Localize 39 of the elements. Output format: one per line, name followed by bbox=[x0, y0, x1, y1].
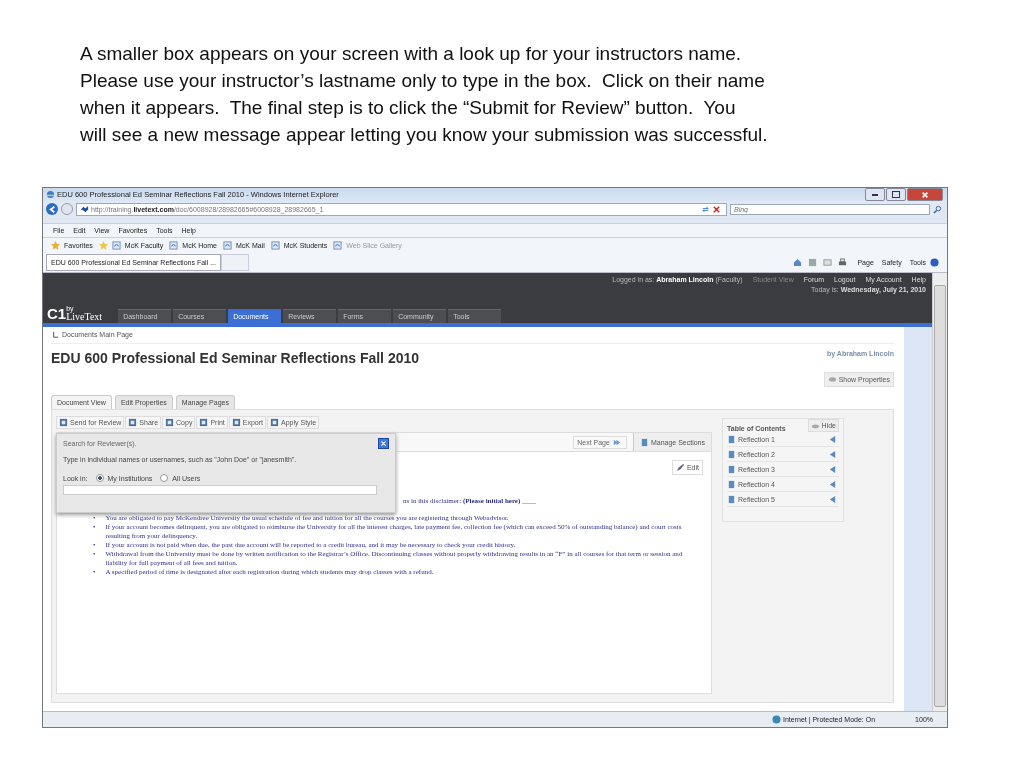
close-button[interactable] bbox=[378, 437, 389, 449]
close-icon bbox=[921, 190, 929, 199]
page-icon bbox=[333, 240, 343, 250]
page-icon bbox=[270, 240, 280, 250]
tool-icon bbox=[231, 418, 241, 427]
browser-icon bbox=[46, 190, 55, 199]
eye-icon bbox=[827, 375, 837, 384]
star-icon bbox=[51, 240, 60, 250]
tool-icon bbox=[59, 418, 68, 427]
help-icon[interactable] bbox=[930, 257, 939, 267]
close-icon bbox=[380, 439, 387, 447]
scrollbar[interactable] bbox=[932, 273, 947, 711]
tool-icon bbox=[270, 418, 280, 427]
back-button[interactable] bbox=[46, 203, 58, 215]
page-icon bbox=[111, 240, 121, 250]
stop-icon[interactable] bbox=[712, 204, 721, 214]
home-icon[interactable] bbox=[793, 257, 803, 267]
tool-icon bbox=[128, 418, 138, 427]
globe-icon bbox=[772, 715, 781, 724]
document-icon bbox=[639, 437, 649, 447]
page-icon bbox=[222, 240, 232, 250]
instruction-text: A smaller box appears on your screen with a look up for your instructors name. Please use your instructor’s lastname only to type in the box. Click on their name when it appears. The final step is to click the “Submit for Review” button. You will see a new message appear letting you know your submission was successful. bbox=[80, 42, 769, 147]
radio-button[interactable] bbox=[95, 474, 104, 482]
tool-icon bbox=[165, 418, 175, 427]
double-arrow-icon bbox=[611, 437, 621, 447]
maximize-button[interactable] bbox=[886, 188, 906, 201]
document-title: EDU 600 Professional Ed Seminar Reflections Fall 2010 bbox=[51, 350, 420, 366]
pencil-icon bbox=[675, 463, 685, 472]
page-icon bbox=[169, 240, 179, 250]
search-icon[interactable] bbox=[933, 204, 942, 214]
reviewer-name-field[interactable] bbox=[63, 485, 377, 495]
forward-button[interactable] bbox=[61, 203, 73, 215]
new-tab-button[interactable] bbox=[220, 253, 249, 271]
radio-button[interactable] bbox=[160, 474, 169, 482]
refresh-icon[interactable] bbox=[701, 204, 710, 214]
printer-icon[interactable] bbox=[838, 257, 848, 267]
minimize-button[interactable] bbox=[865, 188, 885, 201]
tool-icon bbox=[199, 418, 209, 427]
site-icon bbox=[80, 204, 89, 214]
